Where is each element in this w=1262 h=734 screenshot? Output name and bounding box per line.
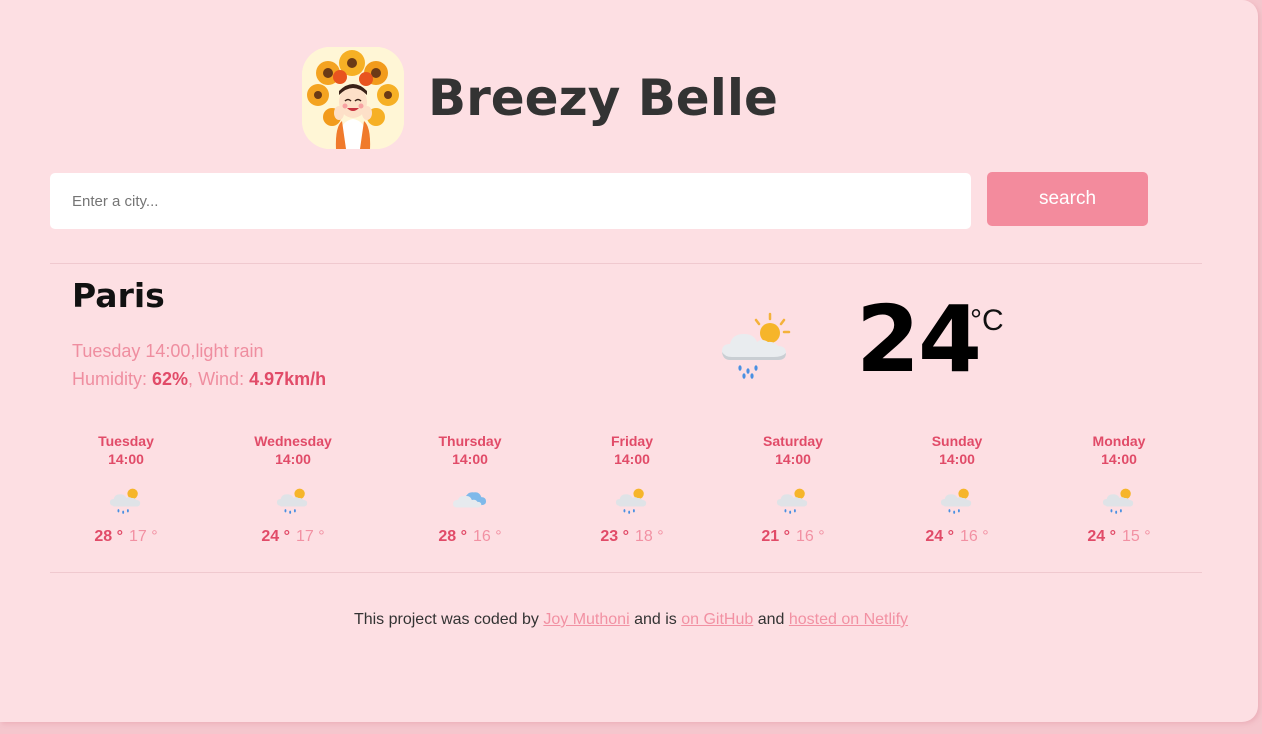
rain-partly-sunny-icon [276,488,308,514]
forecast-day-name: Friday [610,433,653,449]
forecast-max: 24 ° [925,528,954,545]
forecast-time: 14:00 [275,451,311,467]
forecast-time: 14:00 [1101,451,1137,467]
rain-partly-sunny-icon [940,488,972,514]
wind-label: Wind: [198,369,250,389]
humidity-value: 62% [152,369,189,389]
header: Breezy Belle [302,46,778,150]
forecast-temps: 24 ° 16 ° [897,528,1017,546]
forecast-max: 24 ° [261,528,290,545]
github-link[interactable]: on GitHub [681,611,753,628]
forecast-min: 17 ° [296,528,325,545]
rain-partly-sunny-icon [776,488,808,514]
current-day-time: Tuesday 14:00 [72,341,191,361]
forecast-min: 16 ° [960,528,989,545]
logo [302,47,404,149]
forecast-day-name: Sunday [931,433,983,449]
wind-value: 4.97km/h [249,369,327,389]
cloudy-icon [453,492,487,508]
forecast-day: Thursday 14:00 28 ° 16 ° [410,432,530,546]
forecast-min: 16 ° [473,528,502,545]
footer: This project was coded by Joy Muthoni an… [0,611,1262,629]
forecast-day: Tuesday 14:00 28 ° 17 ° [66,432,186,546]
forecast-day-name: Monday [1092,433,1146,449]
rain-partly-sunny-icon [722,312,791,379]
forecast-day: Monday 14:00 24 ° 15 ° [1059,432,1179,546]
temperature-unit: °C [970,304,1004,337]
city-name: Paris [72,276,165,315]
forecast-temps: 24 ° 17 ° [233,528,353,546]
forecast-temps: 23 ° 18 ° [572,528,692,546]
forecast-time: 14:00 [939,451,975,467]
forecast-min: 18 ° [635,528,664,545]
footer-text: and is [629,611,682,628]
current-date-condition: Tuesday 14:00,light rain [72,341,264,361]
forecast-min: 16 ° [796,528,825,545]
current-temperature: 24 [856,286,982,393]
forecast-temps: 21 ° 16 ° [733,528,853,546]
search-input[interactable] [50,173,971,229]
rain-partly-sunny-icon [615,488,647,514]
forecast-temps: 24 ° 15 ° [1059,528,1179,546]
netlify-link[interactable]: hosted on Netlify [789,611,908,628]
rain-partly-sunny-icon [1102,488,1134,514]
forecast-day-name: Tuesday [98,433,154,449]
forecast-time: 14:00 [614,451,650,467]
rain-partly-sunny-icon [109,488,141,514]
divider-bottom [50,572,1202,573]
forecast-day: Wednesday 14:00 24 ° 17 ° [233,432,353,546]
current-details: Tuesday 14:00,light rain Humidity: 62%, … [72,337,326,393]
forecast-max: 28 ° [438,528,467,545]
forecast-temps: 28 ° 17 ° [66,528,186,546]
forecast-day: Saturday 14:00 21 ° 16 ° [733,432,853,546]
forecast-max: 24 ° [1087,528,1116,545]
forecast-time: 14:00 [775,451,811,467]
app-title: Breezy Belle [428,69,778,127]
search-button[interactable]: search [987,172,1148,226]
forecast-min: 15 ° [1122,528,1151,545]
forecast-max: 23 ° [600,528,629,545]
current-condition: light rain [195,341,264,361]
forecast-day-name: Saturday [763,433,823,449]
app-card: Breezy Belle search Paris Tuesday 14:00,… [0,0,1258,722]
forecast-time: 14:00 [108,451,144,467]
forecast-day: Friday 14:00 23 ° 18 ° [572,432,692,546]
forecast-day: Sunday 14:00 24 ° 16 ° [897,432,1017,546]
author-link[interactable]: Joy Muthoni [543,611,629,628]
forecast-max: 21 ° [761,528,790,545]
footer-text: This project was coded by [353,611,544,628]
current-humidity-wind: Humidity: 62%, Wind: 4.97km/h [72,369,327,389]
footer-text: and [753,611,789,628]
forecast-day-name: Thursday [438,433,502,449]
divider-top [50,263,1202,264]
forecast-min: 17 ° [129,528,158,545]
humidity-label: Humidity: [72,369,153,389]
forecast-time: 14:00 [452,451,488,467]
forecast-max: 28 ° [94,528,123,545]
forecast-temps: 28 ° 16 ° [410,528,530,546]
forecast-day-name: Wednesday [254,433,332,449]
